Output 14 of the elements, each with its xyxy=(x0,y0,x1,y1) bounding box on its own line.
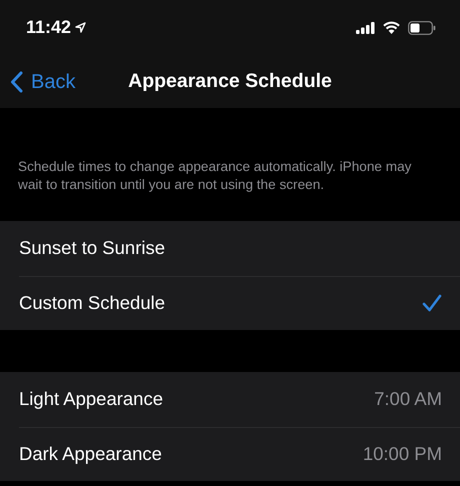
signal-icon xyxy=(356,22,375,34)
page-title: Appearance Schedule xyxy=(128,68,332,94)
footnote-text: Schedule times to change appearance automatically. iPhone may wait to transition until you are not using the screen. xyxy=(18,158,412,194)
wifi-icon xyxy=(383,21,400,34)
location-icon xyxy=(75,22,86,33)
time-value: 10:00 PM xyxy=(362,442,442,466)
back-button[interactable]: Back xyxy=(0,66,76,96)
chevron-left-icon xyxy=(10,70,23,92)
setting-label: Dark Appearance xyxy=(19,442,162,466)
setting-label: Light Appearance xyxy=(19,387,164,412)
battery-icon xyxy=(408,20,436,34)
status-time: 11:42 xyxy=(26,16,72,39)
option-row[interactable]: Sunset to Sunrise xyxy=(0,221,460,276)
time-value: 7:00 AM xyxy=(374,387,442,412)
